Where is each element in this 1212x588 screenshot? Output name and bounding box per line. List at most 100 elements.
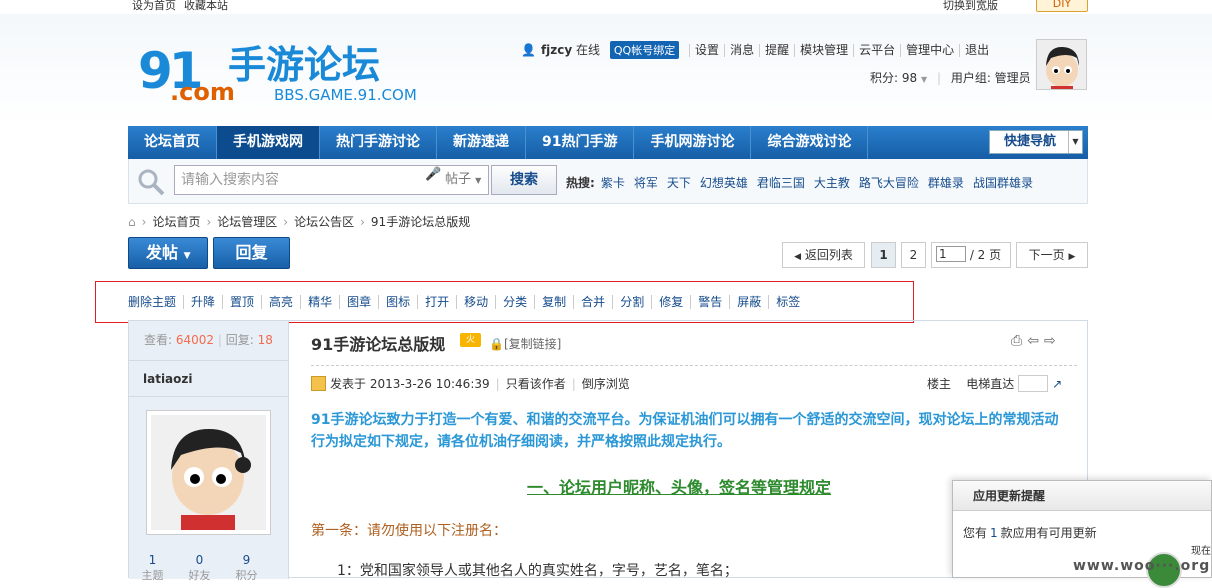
replies-count: 18 xyxy=(257,333,273,347)
hot-item[interactable]: 紫卡 xyxy=(601,176,625,190)
reverse-order-link[interactable]: 倒序浏览 xyxy=(582,377,630,391)
qq-bind-button[interactable]: QQ帐号绑定 xyxy=(609,41,680,59)
next-page-button[interactable]: 下一页 ▶ xyxy=(1016,242,1088,268)
prev-thread-icon[interactable]: ⇦ xyxy=(1027,333,1044,349)
article-1: 第一条：请勿使用以下注册名： xyxy=(311,523,507,539)
search-type-value: 帖子 xyxy=(445,172,472,187)
online-icon xyxy=(311,376,326,391)
admin-center-link[interactable]: 管理中心 xyxy=(900,44,959,57)
article-1-item-1: 1：党和国家领导人或其他名人的真实姓名，字号，艺名，笔名； xyxy=(337,563,738,579)
points[interactable]: 积分: 98 xyxy=(870,71,917,85)
set-home-link[interactable]: 设为首页 xyxy=(132,0,176,12)
corner-text: 现在 xyxy=(1191,546,1211,557)
points-dropdown-icon[interactable]: ▼ xyxy=(921,75,927,84)
avatar[interactable] xyxy=(1036,39,1087,90)
nav-hot-discussion[interactable]: 热门手游讨论 xyxy=(320,126,437,159)
logo-title: 手游论坛 xyxy=(228,43,381,87)
floor-jump-input[interactable] xyxy=(1018,375,1049,392)
site-logo[interactable]: 91 .com 手游论坛 BBS.GAME.91.COM xyxy=(138,32,438,112)
chevron-right-icon: ▶ xyxy=(1068,252,1076,262)
stat-friends[interactable]: 0 好友 xyxy=(176,553,223,583)
user-info: 积分: 98 ▼ | 用户组: 管理员 xyxy=(870,71,1031,85)
popup-body[interactable]: 您有 1 款应用有可用更新 xyxy=(953,511,1211,554)
hot-label: 热搜: xyxy=(566,176,595,190)
hot-item[interactable]: 战国群雄录 xyxy=(973,176,1033,190)
hot-item[interactable]: 将军 xyxy=(634,176,658,190)
notify-link[interactable]: 提醒 xyxy=(759,44,794,57)
next-thread-icon[interactable]: ⇨ xyxy=(1044,333,1061,349)
user-group[interactable]: 用户组: 管理员 xyxy=(951,71,1031,85)
author-name[interactable]: latiaozi xyxy=(129,361,288,397)
chevron-down-icon: ▼ xyxy=(183,251,191,261)
hot-item[interactable]: 大主教 xyxy=(814,176,850,190)
views-count: 64002 xyxy=(175,333,215,347)
post-label: 发帖 xyxy=(146,243,179,262)
chevron-down-icon: ▼ xyxy=(475,176,482,185)
logout-link[interactable]: 退出 xyxy=(959,44,994,57)
cloud-platform-link[interactable]: 云平台 xyxy=(853,44,900,57)
divider xyxy=(311,365,1077,366)
module-manage-link[interactable]: 模块管理 xyxy=(794,44,853,57)
back-label: 返回列表 xyxy=(804,248,853,262)
quick-nav-label: 快捷导航 xyxy=(1004,134,1057,149)
chevron-down-icon: ▼ xyxy=(1068,131,1082,153)
quick-nav-button[interactable]: 快捷导航 ▼ xyxy=(989,130,1083,154)
microphone-icon[interactable]: 🎤 xyxy=(425,167,441,182)
new-post-button[interactable]: 发帖 ▼ xyxy=(128,237,208,269)
nav-general-games[interactable]: 综合游戏讨论 xyxy=(751,126,869,159)
settings-link[interactable]: 设置 xyxy=(689,44,724,57)
nav-online-games[interactable]: 手机网游讨论 xyxy=(634,126,752,159)
nav-new-games[interactable]: 新游速递 xyxy=(437,126,526,159)
nav-91-hot[interactable]: 91热门手游 xyxy=(526,126,635,159)
print-icon[interactable]: ⎙ xyxy=(1011,333,1027,349)
crumb-item[interactable]: 论坛公告区 xyxy=(294,215,354,229)
main-nav: 论坛首页 手机游戏网 热门手游讨论 新游速递 91热门手游 手机网游讨论 综合游… xyxy=(128,126,1088,159)
search-type-select[interactable]: 帖子 ▼ xyxy=(443,165,489,195)
bookmark-link[interactable]: 收藏本站 xyxy=(184,0,228,12)
next-label: 下一页 xyxy=(1028,248,1065,262)
nav-mobile-games[interactable]: 手机游戏网 xyxy=(217,126,320,159)
username[interactable]: fjzcy xyxy=(541,43,572,57)
home-icon[interactable]: ⌂ xyxy=(128,215,136,229)
breadcrumb: ⌂ › 论坛首页 › 论坛管理区 › 论坛公告区 › 91手游论坛总版规 xyxy=(128,215,471,229)
diy-button[interactable]: DIY xyxy=(1036,0,1088,12)
hot-item[interactable]: 群雄录 xyxy=(928,176,964,190)
messages-link[interactable]: 消息 xyxy=(724,44,759,57)
crumb-item[interactable]: 论坛首页 xyxy=(152,215,200,229)
hot-item[interactable]: 君临三国 xyxy=(757,176,805,190)
post-intro: 91手游论坛致力于打造一个有爱、和谐的交流平台。为保证机油们可以拥有一个舒适的交… xyxy=(311,412,1059,450)
search-button[interactable]: 搜索 xyxy=(491,165,557,195)
highlight-box xyxy=(95,281,914,323)
post-time: 发表于 2013-3-26 10:46:39 xyxy=(330,377,490,391)
switch-wide-link[interactable]: 切换到宽版 xyxy=(943,0,998,13)
copy-link[interactable]: 🔒[复制链接] xyxy=(489,335,561,352)
hot-item[interactable]: 路飞大冒险 xyxy=(859,176,919,190)
crumb-item[interactable]: 论坛管理区 xyxy=(217,215,277,229)
page-1[interactable]: 1 xyxy=(871,242,896,268)
page-total: / 2 页 xyxy=(969,248,1002,262)
reply-button[interactable]: 回复 xyxy=(213,237,290,269)
diy-label: DIY xyxy=(1052,0,1072,10)
watermark: www.woo···.org xyxy=(1073,558,1211,574)
go-icon[interactable]: ↗ xyxy=(1052,377,1062,391)
chevron-left-icon: ◀ xyxy=(794,252,802,262)
hot-item[interactable]: 幻想英雄 xyxy=(700,176,748,190)
author-stats: 1 主题 0 好友 9 积分 xyxy=(129,553,289,583)
page-input[interactable]: 1 xyxy=(936,246,966,262)
update-count: 1 xyxy=(990,526,998,540)
post-tools: ⎙⇦⇨ xyxy=(1011,333,1061,349)
nav-forum-home[interactable]: 论坛首页 xyxy=(128,126,217,159)
stat-points[interactable]: 9 积分 xyxy=(223,553,270,583)
hot-item[interactable]: 天下 xyxy=(667,176,691,190)
only-author-link[interactable]: 只看该作者 xyxy=(506,377,566,391)
stat-threads[interactable]: 1 主题 xyxy=(129,553,176,583)
user-bar: 👤 fjzcy 在线 QQ帐号绑定 设置 消息 提醒 模块管理 云平台 管理中心 退出 xyxy=(516,41,994,59)
page-2[interactable]: 2 xyxy=(901,242,926,268)
back-to-list-button[interactable]: ◀ 返回列表 xyxy=(782,242,865,268)
crumb-item[interactable]: 91手游论坛总版规 xyxy=(371,215,470,229)
avatar-face-icon xyxy=(1037,40,1086,89)
post-container: 查看: 64002 | 回复: 18 latiaozi 1 主题 0 好友 9 积分 … xyxy=(128,320,1088,582)
floor-label: 楼主 xyxy=(927,377,952,391)
author-avatar[interactable] xyxy=(146,410,271,535)
lock-icon: 🔒 xyxy=(489,337,504,351)
